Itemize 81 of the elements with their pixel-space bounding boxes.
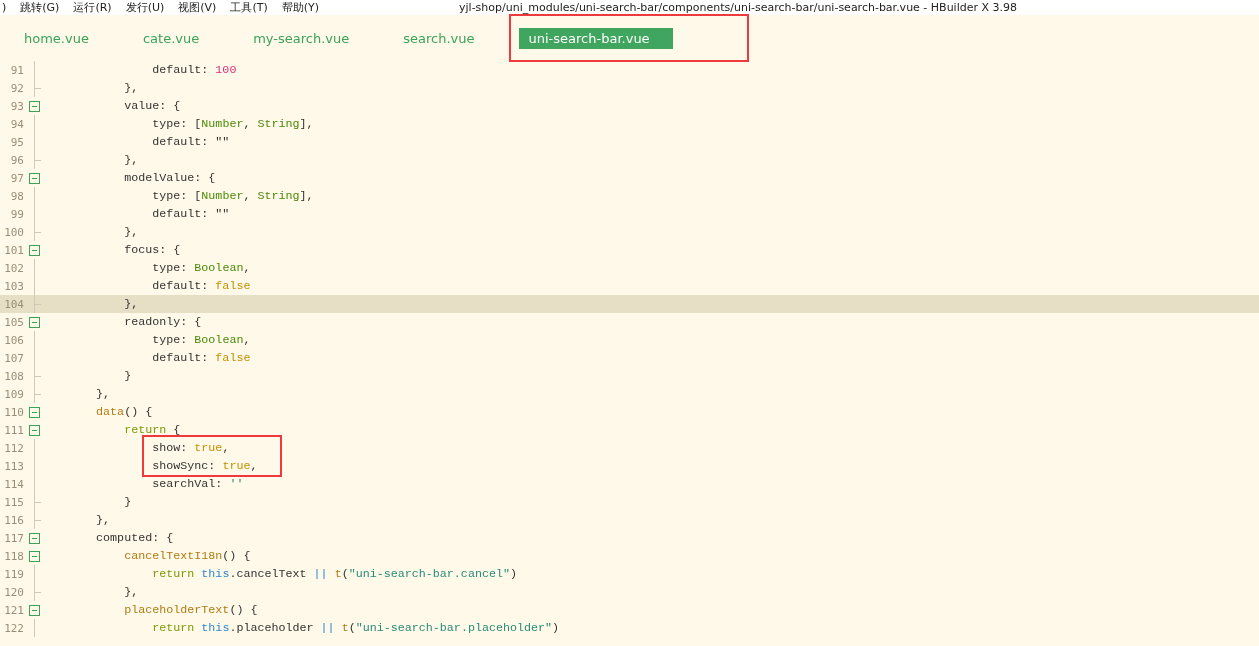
code-line: return this.placeholder || t("uni-search-bar.placeholder") (152, 620, 560, 637)
code-line: show: true, (152, 440, 230, 457)
line-number: 107 (3, 351, 24, 365)
collapse-icon[interactable] (29, 101, 40, 112)
code-line: cancelTextI18n() { (124, 548, 251, 565)
line-number: 98 (9, 189, 24, 203)
line-number: 122 (3, 621, 24, 635)
collapse-icon[interactable] (29, 533, 40, 544)
code-line: } (124, 368, 132, 385)
code-line: searchVal: '' (152, 476, 244, 493)
line-number: 100 (3, 225, 24, 239)
line-number: 116 (3, 513, 24, 527)
code-line: placeholderText() { (124, 602, 258, 619)
code-line: focus: { (124, 242, 181, 259)
line-number: 102 (3, 261, 24, 275)
code-line: value: { (124, 98, 181, 115)
collapse-icon[interactable] (29, 173, 40, 184)
code-line: readonly: { (124, 314, 202, 331)
code-line: data() { (96, 404, 153, 421)
line-number: 96 (9, 153, 24, 167)
code-line: default: "" (152, 134, 230, 151)
line-number: 118 (3, 549, 24, 563)
line-number: 121 (3, 603, 24, 617)
code-line: type: [Number, String], (152, 188, 314, 205)
line-number: 109 (3, 387, 24, 401)
code-line: }, (96, 386, 111, 403)
menu-item[interactable]: 发行(U) (125, 0, 165, 15)
line-number: 92 (9, 81, 24, 95)
code-line: }, (124, 224, 139, 241)
line-number: 105 (3, 315, 24, 329)
line-number: 108 (3, 369, 24, 383)
line-number: 91 (9, 63, 24, 77)
code-line: }, (124, 584, 139, 601)
code-line: type: Boolean, (152, 260, 251, 277)
menu-item[interactable]: ) (2, 0, 7, 15)
code-line: modelValue: { (124, 170, 216, 187)
collapse-icon[interactable] (29, 317, 40, 328)
menu-item[interactable]: 跳转(G) (20, 0, 60, 15)
line-number: 120 (3, 585, 24, 599)
code-line: default: false (152, 278, 251, 295)
code-line: type: [Number, String], (152, 116, 314, 133)
code-line: }, (124, 152, 139, 169)
line-number: 103 (3, 279, 24, 293)
code-line: default: "" (152, 206, 230, 223)
line-number: 115 (3, 495, 24, 509)
line-number: 94 (9, 117, 24, 131)
line-number: 95 (9, 135, 24, 149)
code-line: default: 100 (152, 62, 237, 79)
line-number: 117 (3, 531, 24, 545)
menu-item[interactable]: 工具(T) (230, 0, 268, 15)
line-number: 119 (3, 567, 24, 581)
code-line: }, (96, 512, 111, 529)
line-number: 93 (9, 99, 24, 113)
line-number: 113 (3, 459, 24, 473)
line-number: 101 (3, 243, 24, 257)
collapse-icon[interactable] (29, 407, 40, 418)
collapse-icon[interactable] (29, 551, 40, 562)
code-line: } (124, 494, 132, 511)
code-line: return this.cancelText || t("uni-search-bar.cancel") (152, 566, 517, 583)
menu-item[interactable]: 帮助(Y) (281, 0, 319, 15)
line-number: 112 (3, 441, 24, 455)
code-line: computed: { (96, 530, 174, 547)
line-number: 106 (3, 333, 24, 347)
collapse-icon[interactable] (29, 425, 40, 436)
collapse-icon[interactable] (29, 245, 40, 256)
code-line: }, (124, 296, 139, 313)
code-line: return { (124, 422, 181, 439)
line-number: 110 (3, 405, 24, 419)
line-number: 104 (3, 297, 24, 311)
menu-item[interactable]: 运行(R) (73, 0, 112, 15)
code-line: default: false (152, 350, 251, 367)
menu-item[interactable]: 视图(V) (178, 0, 217, 15)
collapse-icon[interactable] (29, 605, 40, 616)
line-number: 97 (9, 171, 24, 185)
line-number: 114 (3, 477, 24, 491)
window-title: yjl-shop/uni_modules/uni-search-bar/components/uni-search-bar/uni-search-bar.vue - HBuilder X 3.98 (459, 0, 1018, 15)
line-number: 99 (9, 207, 24, 221)
line-number: 111 (3, 423, 24, 437)
code-line: }, (124, 80, 139, 97)
code-line: showSync: true, (152, 458, 258, 475)
code-line: type: Boolean, (152, 332, 251, 349)
